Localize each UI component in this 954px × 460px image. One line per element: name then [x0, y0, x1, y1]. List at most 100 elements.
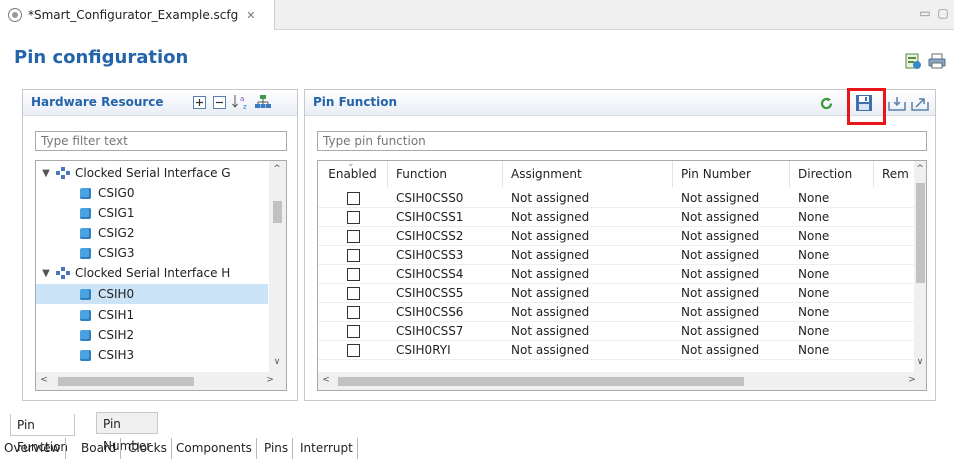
cell-direction: None	[798, 343, 830, 357]
enabled-checkbox[interactable]	[347, 287, 360, 300]
tree-horizontal-scrollbar[interactable]: < >	[36, 372, 286, 390]
peripheral-icon	[80, 187, 91, 199]
column-header-function[interactable]: Function	[388, 161, 503, 187]
cell-assignment: Not assigned	[511, 343, 590, 357]
enabled-checkbox[interactable]	[347, 325, 360, 338]
table-row[interactable]: CSIH0CSS2 Not assigned Not assigned None	[318, 227, 914, 246]
maximize-icon[interactable]: ▢	[936, 7, 950, 19]
export-icon[interactable]	[911, 96, 929, 111]
scroll-up-icon[interactable]: ^	[269, 164, 285, 174]
save-button-highlight	[847, 88, 886, 125]
pin-function-table: ⌄ Enabled Function Assignment Pin Number…	[317, 160, 927, 391]
cell-function: CSIH0CSS7	[396, 324, 464, 338]
enabled-checkbox[interactable]	[347, 230, 360, 243]
cell-assignment: Not assigned	[511, 248, 590, 262]
editor-page-tabs: Overview Board Clocks Components Pins In…	[0, 438, 954, 460]
peripheral-group-icon	[56, 267, 70, 279]
table-horizontal-scrollbar[interactable]: < >	[318, 372, 926, 390]
tab-pins[interactable]: Pins	[260, 438, 294, 459]
tree-scroll-thumb[interactable]	[273, 201, 282, 223]
tree-item-label: CSIG2	[98, 226, 135, 240]
tree-group-csig[interactable]: ▼ Clocked Serial Interface G	[36, 163, 268, 183]
tab-board[interactable]: Board	[77, 438, 122, 459]
tree-item-csih3[interactable]: CSIH3	[36, 345, 268, 365]
tab-overview[interactable]: Overview	[0, 438, 66, 459]
scroll-left-icon[interactable]: <	[318, 375, 334, 385]
tab-pin-function[interactable]: Pin Function	[10, 414, 76, 454]
svg-text:z: z	[243, 103, 247, 110]
scroll-down-icon[interactable]: ∨	[269, 357, 285, 367]
minimize-icon[interactable]: ▭	[918, 7, 932, 19]
peripheral-icon	[80, 247, 91, 259]
table-hscroll-thumb[interactable]	[338, 377, 744, 386]
refresh-icon[interactable]	[818, 95, 835, 112]
tree-item-label: CSIG3	[98, 246, 135, 260]
enabled-checkbox[interactable]	[347, 306, 360, 319]
close-icon[interactable]: ✕	[246, 9, 255, 22]
column-header-direction[interactable]: Direction	[790, 161, 874, 187]
enabled-checkbox[interactable]	[347, 192, 360, 205]
table-row[interactable]: CSIH0CSS0 Not assigned Not assigned None	[318, 189, 914, 208]
sort-indicator-icon: ⌄	[347, 161, 355, 169]
hardware-filter-input[interactable]	[35, 131, 287, 151]
tab-components[interactable]: Components	[172, 438, 257, 459]
table-vertical-scrollbar[interactable]: ^ ∨	[912, 161, 926, 372]
scroll-down-icon[interactable]: ∨	[912, 357, 926, 367]
table-row[interactable]: CSIH0CSS1 Not assigned Not assigned None	[318, 208, 914, 227]
tree-item-csih1[interactable]: CSIH1	[36, 305, 268, 325]
column-header-remarks[interactable]: Rem	[874, 161, 914, 187]
tree-item-csig1[interactable]: CSIG1	[36, 203, 268, 223]
scroll-right-icon[interactable]: >	[262, 375, 278, 385]
chevron-down-icon[interactable]: ▼	[40, 168, 52, 179]
tree-item-csig0[interactable]: CSIG0	[36, 183, 268, 203]
editor-tab[interactable]: *Smart_Configurator_Example.scfg ✕	[0, 0, 275, 30]
generate-report-icon[interactable]	[904, 52, 922, 70]
table-row[interactable]: CSIH0CSS4 Not assigned Not assigned None	[318, 265, 914, 284]
table-row[interactable]: CSIH0RYI Not assigned Not assigned None	[318, 341, 914, 360]
table-row[interactable]: CSIH0CSS6 Not assigned Not assigned None	[318, 303, 914, 322]
tree-item-csih2[interactable]: CSIH2	[36, 325, 268, 345]
enabled-checkbox[interactable]	[347, 249, 360, 262]
tree-item-label: CSIG1	[98, 206, 135, 220]
tree-item-csig3[interactable]: CSIG3	[36, 243, 268, 263]
column-header-pin-number[interactable]: Pin Number	[673, 161, 790, 187]
pin-function-header: Pin Function	[305, 90, 935, 116]
tree-item-label: CSIG0	[98, 186, 135, 200]
expand-all-icon[interactable]	[193, 96, 206, 109]
import-icon[interactable]	[888, 96, 906, 111]
tree-hscroll-thumb[interactable]	[58, 377, 194, 386]
hierarchy-view-icon[interactable]	[255, 94, 271, 110]
cell-assignment: Not assigned	[511, 305, 590, 319]
collapse-all-icon[interactable]	[213, 96, 226, 109]
table-row[interactable]: CSIH0CSS7 Not assigned Not assigned None	[318, 322, 914, 341]
scroll-up-icon[interactable]: ^	[912, 164, 926, 174]
table-row[interactable]: CSIH0CSS3 Not assigned Not assigned None	[318, 246, 914, 265]
enabled-checkbox[interactable]	[347, 268, 360, 281]
table-row[interactable]: CSIH0CSS5 Not assigned Not assigned None	[318, 284, 914, 303]
tree-item-csig2[interactable]: CSIG2	[36, 223, 268, 243]
cell-direction: None	[798, 210, 830, 224]
scroll-left-icon[interactable]: <	[36, 375, 52, 385]
svg-text:a: a	[240, 95, 244, 103]
tree-vertical-scrollbar[interactable]: ^ ∨	[269, 161, 286, 372]
enabled-checkbox[interactable]	[347, 211, 360, 224]
tab-clocks[interactable]: Clocks	[124, 438, 172, 459]
scroll-right-icon[interactable]: >	[904, 375, 920, 385]
cell-direction: None	[798, 248, 830, 262]
enabled-checkbox[interactable]	[347, 344, 360, 357]
column-header-assignment[interactable]: Assignment	[503, 161, 673, 187]
tab-interrupt[interactable]: Interrupt	[296, 438, 358, 459]
pin-function-filter-input[interactable]	[317, 131, 927, 151]
column-header-enabled[interactable]: ⌄ Enabled	[318, 161, 388, 187]
cell-function: CSIH0CSS5	[396, 286, 464, 300]
print-icon[interactable]	[928, 52, 946, 70]
tree-group-csih[interactable]: ▼ Clocked Serial Interface H	[36, 263, 268, 283]
sort-az-icon[interactable]: a z	[232, 94, 250, 110]
tree-item-csih0[interactable]: CSIH0	[36, 284, 268, 304]
chevron-down-icon[interactable]: ▼	[40, 268, 52, 279]
peripheral-icon	[80, 329, 91, 341]
tab-pin-number[interactable]: Pin Number	[96, 412, 159, 453]
hardware-resource-panel: Hardware Resource a z ▼ Clocked Serial I…	[22, 89, 298, 401]
row-divider	[318, 359, 914, 360]
table-scroll-thumb[interactable]	[916, 183, 925, 283]
